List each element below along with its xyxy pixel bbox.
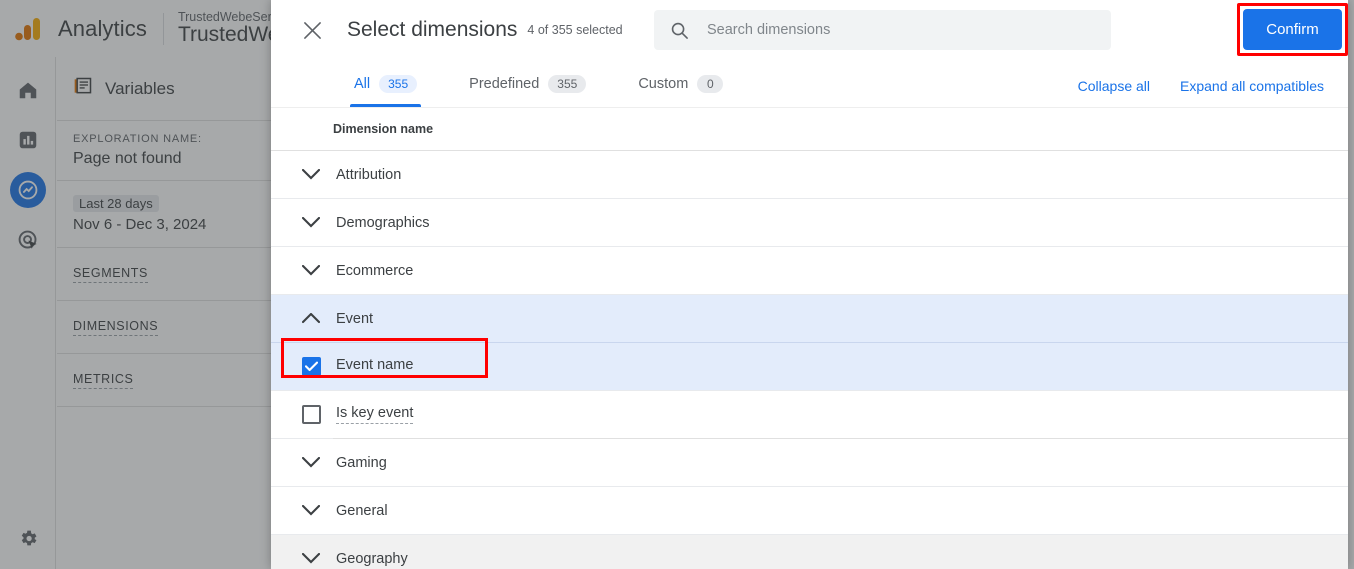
tab-predefined-badge: 355 (548, 74, 587, 93)
chevron-down-icon[interactable] (294, 553, 328, 564)
confirm-button[interactable]: Confirm (1243, 9, 1342, 50)
chevron-up-icon[interactable] (294, 313, 328, 324)
group-label: General (336, 502, 388, 519)
dialog-actions: Collapse all Expand all compatibles (1078, 78, 1324, 94)
checkbox-unchecked-icon (301, 405, 321, 424)
dialog-tabs: All 355 Predefined 355 Custom 0 Collapse… (271, 60, 1348, 107)
collapse-all-link[interactable]: Collapse all (1078, 78, 1150, 94)
screen: Analytics TrustedWebeServi TrustedWe Var… (0, 0, 1354, 569)
tab-all[interactable]: All 355 (350, 60, 422, 107)
tab-custom-badge: 0 (697, 74, 724, 93)
group-label: Attribution (336, 166, 402, 183)
tab-predefined[interactable]: Predefined 355 (465, 60, 590, 107)
chevron-down-icon[interactable] (294, 217, 328, 228)
chevron-down-icon[interactable] (294, 457, 328, 468)
dimension-name-column-header: Dimension name (333, 122, 434, 136)
table-row[interactable]: Event name (271, 343, 1348, 391)
event-name-checkbox[interactable] (294, 357, 328, 376)
table-row[interactable]: Is key event (271, 391, 1348, 439)
group-label: Demographics (336, 214, 430, 231)
search-icon (670, 21, 689, 40)
search-box[interactable] (654, 10, 1111, 50)
is-key-event-checkbox[interactable] (294, 405, 328, 424)
tab-custom-label: Custom (638, 75, 689, 92)
group-label: Geography (336, 550, 408, 567)
dimension-label: Event name (336, 357, 414, 376)
chevron-down-icon[interactable] (294, 505, 328, 516)
dialog-title: Select dimensions (347, 18, 518, 41)
list-column-header: Dimension name (271, 107, 1348, 151)
group-label: Gaming (336, 454, 387, 471)
table-row[interactable]: Ecommerce (271, 247, 1348, 295)
chevron-down-icon[interactable] (294, 265, 328, 276)
tab-custom[interactable]: Custom 0 (634, 60, 727, 107)
dialog-header: Select dimensions 4 of 355 selected Conf… (271, 0, 1348, 60)
dimension-label: Is key event (336, 405, 414, 424)
table-row[interactable]: Gaming (271, 439, 1348, 487)
selection-count: 4 of 355 selected (527, 23, 623, 37)
group-label: Event (336, 310, 374, 327)
table-row[interactable]: Event (271, 295, 1348, 343)
tab-all-badge: 355 (379, 74, 418, 93)
expand-all-compatibles-link[interactable]: Expand all compatibles (1180, 78, 1324, 94)
search-input[interactable] (707, 22, 1111, 38)
table-row[interactable]: Attribution (271, 151, 1348, 199)
table-row[interactable]: General (271, 487, 1348, 535)
table-row[interactable]: Demographics (271, 199, 1348, 247)
close-icon[interactable] (298, 16, 326, 44)
group-label: Ecommerce (336, 262, 414, 279)
tab-predefined-label: Predefined (469, 75, 540, 92)
table-row[interactable]: Geography (271, 535, 1348, 569)
select-dimensions-dialog: Select dimensions 4 of 355 selected Conf… (271, 0, 1348, 569)
dimension-list: Attribution Demographics Ecommerce Event (271, 151, 1348, 569)
chevron-down-icon[interactable] (294, 169, 328, 180)
tab-all-label: All (354, 75, 371, 92)
checkbox-checked-icon (301, 357, 321, 376)
